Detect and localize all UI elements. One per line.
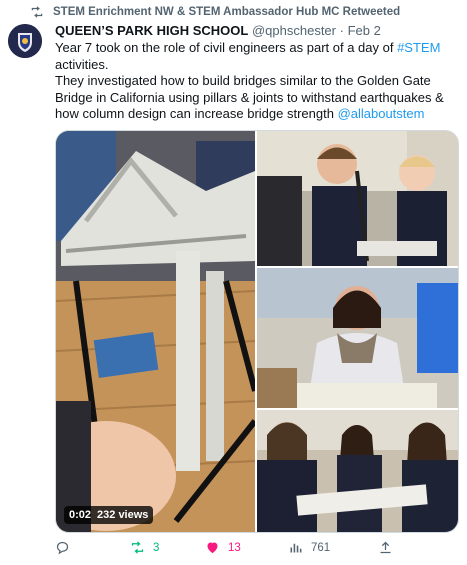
retweet-icon	[31, 6, 43, 18]
author-name[interactable]: QUEEN’S PARK HIGH SCHOOL	[55, 23, 248, 38]
mention-link[interactable]: @allaboutstem	[338, 106, 425, 121]
video-stats-badge: 0:02 232 views	[64, 506, 154, 524]
media-grid: 0:02 232 views	[55, 130, 459, 533]
photo-tile-1[interactable]	[257, 131, 458, 266]
video-thumbnail	[56, 131, 255, 532]
tweet-line-1: Year 7 took on the role of civil enginee…	[55, 40, 460, 73]
photo-students-building	[257, 410, 458, 532]
video-time: 0:02	[69, 509, 92, 521]
photo-students-smiling	[257, 131, 458, 266]
avatar[interactable]	[8, 24, 42, 58]
share-button[interactable]	[378, 540, 393, 555]
tweet-actions: 3 13 761	[55, 540, 445, 562]
tweet-body: Year 7 took on the role of civil enginee…	[55, 40, 460, 123]
hashtag-link[interactable]: #STEM	[397, 40, 440, 55]
photo-student-scarf	[257, 268, 458, 408]
retweet-context-label: STEM Enrichment NW & STEM Ambassador Hub…	[53, 6, 401, 18]
school-crest-logo	[8, 24, 42, 58]
photo-tile-3[interactable]	[257, 410, 458, 532]
separator: ·	[339, 23, 344, 38]
tweet-header: QUEEN’S PARK HIGH SCHOOL @qphschester · …	[55, 23, 381, 38]
retweet-count: 3	[153, 541, 160, 554]
tweet-text-2: activities.	[55, 56, 109, 72]
view-count: 761	[311, 541, 331, 554]
like-count: 13	[228, 541, 241, 554]
photo-tile-2[interactable]	[257, 268, 458, 408]
video-tile[interactable]: 0:02 232 views	[56, 131, 255, 532]
retweet-icon	[131, 541, 144, 554]
share-icon	[380, 541, 391, 554]
views-button[interactable]: 761	[288, 540, 330, 555]
views-chart-icon	[290, 543, 302, 553]
retweet-button[interactable]: 3	[130, 540, 159, 555]
author-handle[interactable]: @qphschester	[252, 23, 336, 38]
reply-button[interactable]	[55, 540, 78, 555]
video-views: 232 views	[97, 509, 149, 521]
like-button[interactable]: 13	[205, 540, 241, 555]
tweet-text-1: Year 7 took on the role of civil enginee…	[55, 40, 398, 55]
reply-icon	[56, 541, 69, 555]
heart-icon	[207, 542, 218, 554]
tweet-line-2: They investigated how to build bridges s…	[55, 73, 460, 123]
retweet-context[interactable]: STEM Enrichment NW & STEM Ambassador Hub…	[30, 4, 400, 20]
tweet-date[interactable]: Feb 2	[348, 23, 381, 38]
